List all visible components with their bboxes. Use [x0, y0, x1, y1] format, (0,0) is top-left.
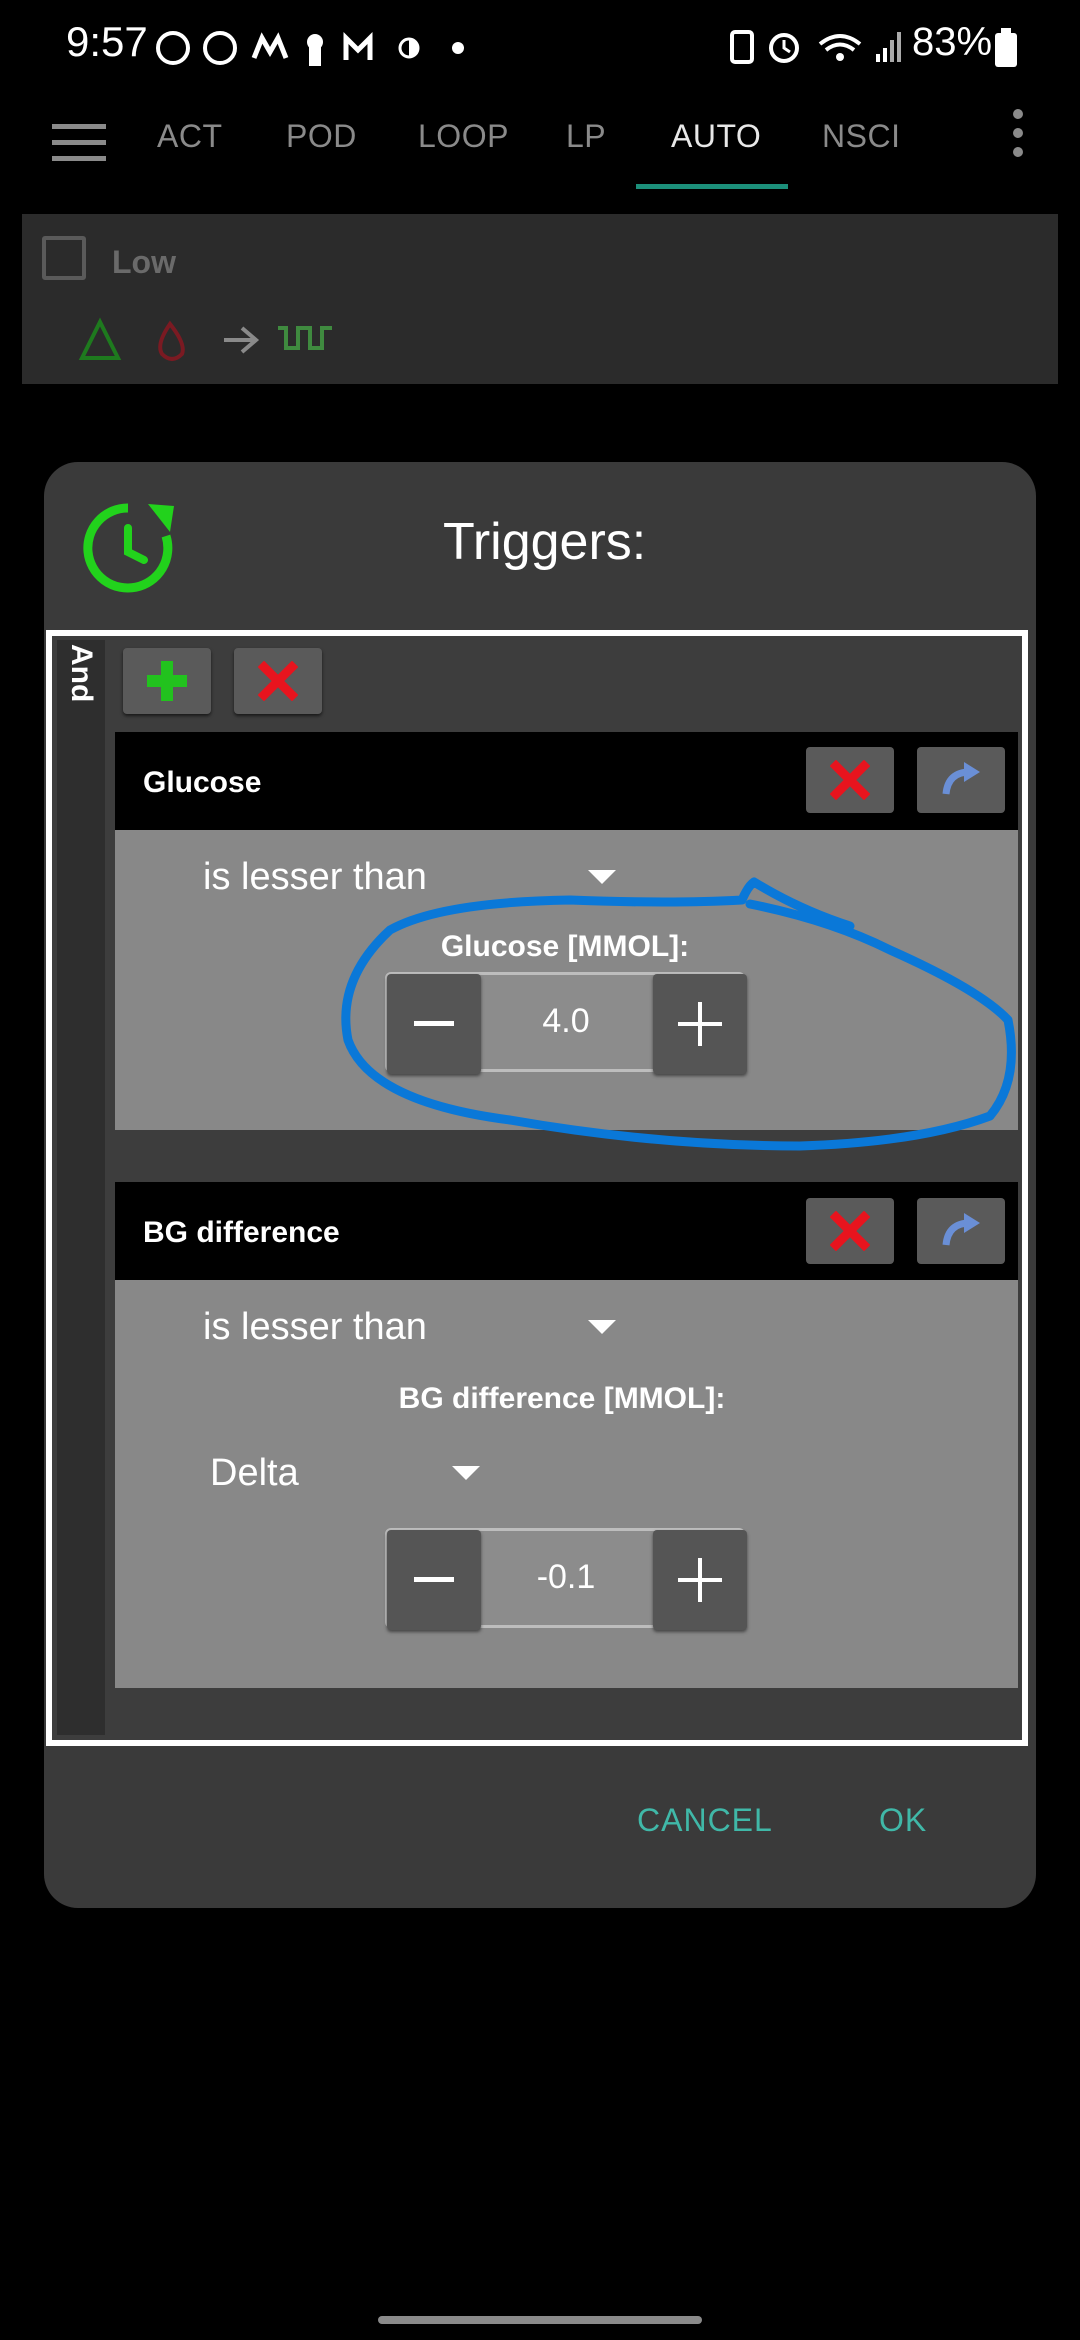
connector-label[interactable]: And — [58, 644, 104, 724]
annotation-circle — [341, 877, 1016, 1151]
bg-difference-value[interactable]: -0.1 — [480, 1558, 652, 1597]
active-tab-indicator — [636, 184, 788, 189]
connector-strip — [57, 640, 105, 1735]
tab-auto[interactable]: AUTO — [671, 118, 761, 155]
plus-icon — [678, 1558, 722, 1602]
bg-difference-field-label: BG difference [MMOL]: — [398, 1382, 726, 1415]
tab-loop[interactable]: LOOP — [418, 118, 509, 155]
battery-percent: 83% — [912, 20, 993, 64]
tab-lp[interactable]: LP — [566, 118, 606, 155]
clone-trigger-button[interactable] — [917, 747, 1005, 813]
status-time: 9:57 — [66, 18, 148, 65]
clock-refresh-icon — [83, 503, 174, 593]
battery-icon — [995, 28, 1017, 67]
cancel-button[interactable]: CANCEL — [637, 1802, 773, 1839]
notification-icons — [156, 31, 464, 66]
ok-button[interactable]: OK — [879, 1802, 927, 1839]
decrement-button[interactable] — [387, 1530, 481, 1630]
plus-icon — [147, 661, 187, 701]
hamburger-menu-icon[interactable] — [52, 122, 106, 162]
tab-pod[interactable]: POD — [286, 118, 357, 155]
minus-icon — [414, 1577, 454, 1582]
close-icon — [830, 1211, 870, 1251]
automation-item-label: Low — [112, 244, 176, 280]
close-icon — [258, 661, 298, 701]
delta-type-select[interactable]: Delta — [210, 1452, 299, 1495]
add-trigger-button[interactable] — [123, 648, 211, 714]
dropdown-arrow-icon[interactable] — [588, 1320, 616, 1334]
tab-nsci[interactable]: NSCI — [822, 118, 900, 155]
automation-action-icons — [78, 317, 332, 361]
dropdown-arrow-icon[interactable] — [452, 1466, 480, 1480]
remove-trigger-button[interactable] — [806, 1198, 894, 1264]
overflow-menu-icon[interactable] — [1010, 108, 1026, 158]
automation-enabled-checkbox[interactable] — [42, 236, 86, 280]
home-gesture-bar[interactable] — [378, 2316, 702, 2324]
trigger-title: BG difference — [143, 1216, 340, 1249]
dialog-title: Triggers: — [443, 513, 647, 571]
close-icon — [830, 760, 870, 800]
redo-arrow-icon — [942, 762, 980, 795]
system-status-icons — [730, 30, 901, 64]
remove-trigger-button[interactable] — [806, 747, 894, 813]
increment-button[interactable] — [653, 1530, 747, 1630]
tab-act[interactable]: ACT — [157, 118, 223, 155]
trigger-title: Glucose — [143, 766, 262, 799]
remove-group-button[interactable] — [234, 648, 322, 714]
app-bar — [0, 95, 1080, 215]
clone-trigger-button[interactable] — [917, 1198, 1005, 1264]
comparator-select-bg-difference[interactable]: is lesser than — [203, 1306, 427, 1349]
redo-arrow-icon — [942, 1213, 980, 1246]
